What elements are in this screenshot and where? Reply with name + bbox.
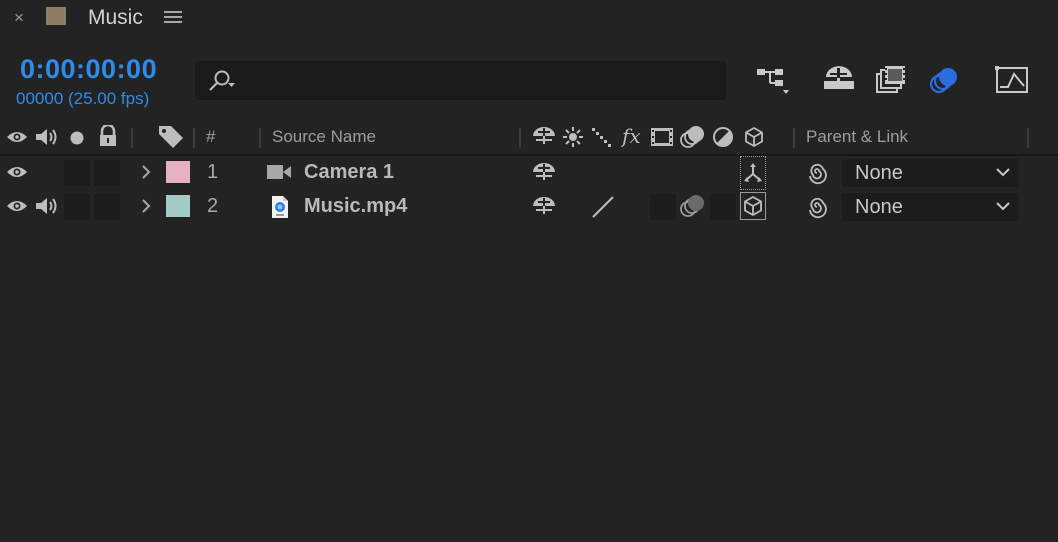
chevron-down-icon [995,167,1011,177]
fx-icon[interactable]: fx [621,125,645,147]
current-time-display[interactable]: 0:00:00:00 [20,53,157,85]
graph-editor-icon[interactable] [994,64,1034,98]
eye-icon[interactable] [6,198,28,214]
layer-column-header: # Source Name fx Parent & Link [0,122,1058,152]
solo-toggle[interactable] [64,194,90,220]
expand-chevron-icon[interactable] [140,163,152,181]
source-name-header[interactable]: Source Name [272,127,376,147]
shy-icon[interactable] [531,126,557,146]
quality-icon[interactable] [590,126,614,148]
frame-count-display: 00000 (25.00 fps) [16,89,150,108]
expand-chevron-icon[interactable] [140,197,152,215]
motion-blur-icon[interactable] [926,64,966,98]
motion-blur-switch-icon[interactable] [679,124,707,150]
camera-icon [266,162,292,182]
quality-line-icon[interactable] [590,194,616,220]
layer-number: 2 [207,195,219,217]
panel-tab-bar: × Music [0,0,1058,38]
layer-row[interactable]: 2 Music.mp4 None [0,190,1058,222]
search-field[interactable] [195,61,726,100]
layer-number: 1 [207,161,219,183]
eye-icon[interactable] [6,164,28,180]
lock-toggle[interactable] [94,194,120,220]
camera-3d-box[interactable] [740,156,766,190]
parent-dropdown[interactable]: None [842,159,1019,187]
adjustment-toggle[interactable] [710,194,736,220]
parent-dropdown[interactable]: None [842,193,1019,221]
layer-source-name[interactable]: Camera 1 [304,160,394,184]
solo-toggle[interactable] [64,160,90,186]
frame-blend-icon[interactable] [650,126,674,148]
frame-blend-toggle[interactable] [650,194,676,220]
3d-layer-toggle[interactable] [740,192,766,220]
parent-link-header[interactable]: Parent & Link [806,127,908,147]
shy-switch-icon[interactable] [531,196,557,216]
parent-dropdown-value: None [855,162,903,184]
search-input[interactable] [238,68,712,94]
adjustment-layer-icon[interactable] [712,126,734,148]
video-visibility-icon[interactable] [6,129,28,145]
audio-speaker-icon[interactable] [34,127,60,147]
audio-speaker-icon[interactable] [34,196,60,216]
motion-blur-switch-icon[interactable] [679,193,707,219]
video-file-icon [270,194,290,220]
parent-pickwhip-icon[interactable] [805,161,829,185]
layer-label-color[interactable] [166,195,190,217]
frame-blending-icon[interactable] [874,64,914,98]
search-icon[interactable] [206,69,236,93]
layer-source-name[interactable]: Music.mp4 [304,194,407,218]
hamburger-icon[interactable] [164,9,182,25]
draft-3d-icon[interactable] [820,64,860,98]
close-tab-button[interactable]: × [14,8,28,28]
svg-text:fx: fx [621,125,641,147]
layer-row[interactable]: 1 Camera 1 None [0,156,1058,190]
lock-toggle[interactable] [94,160,120,186]
comp-label-swatch [46,7,66,25]
composition-flowchart-icon[interactable] [754,64,794,98]
layer-label-color[interactable] [166,161,190,183]
solo-dot-icon[interactable] [69,130,85,146]
parent-dropdown-value: None [855,196,903,218]
collapse-transformations-icon[interactable] [562,126,584,148]
label-tag-icon[interactable] [157,124,185,148]
3d-layer-icon[interactable] [743,126,765,148]
panel-tab-title[interactable]: Music [88,5,143,31]
chevron-down-icon [995,201,1011,211]
parent-pickwhip-icon[interactable] [805,195,829,219]
lock-icon[interactable] [97,125,119,147]
shy-switch-icon[interactable] [531,162,557,182]
layer-number-header[interactable]: # [206,127,215,147]
